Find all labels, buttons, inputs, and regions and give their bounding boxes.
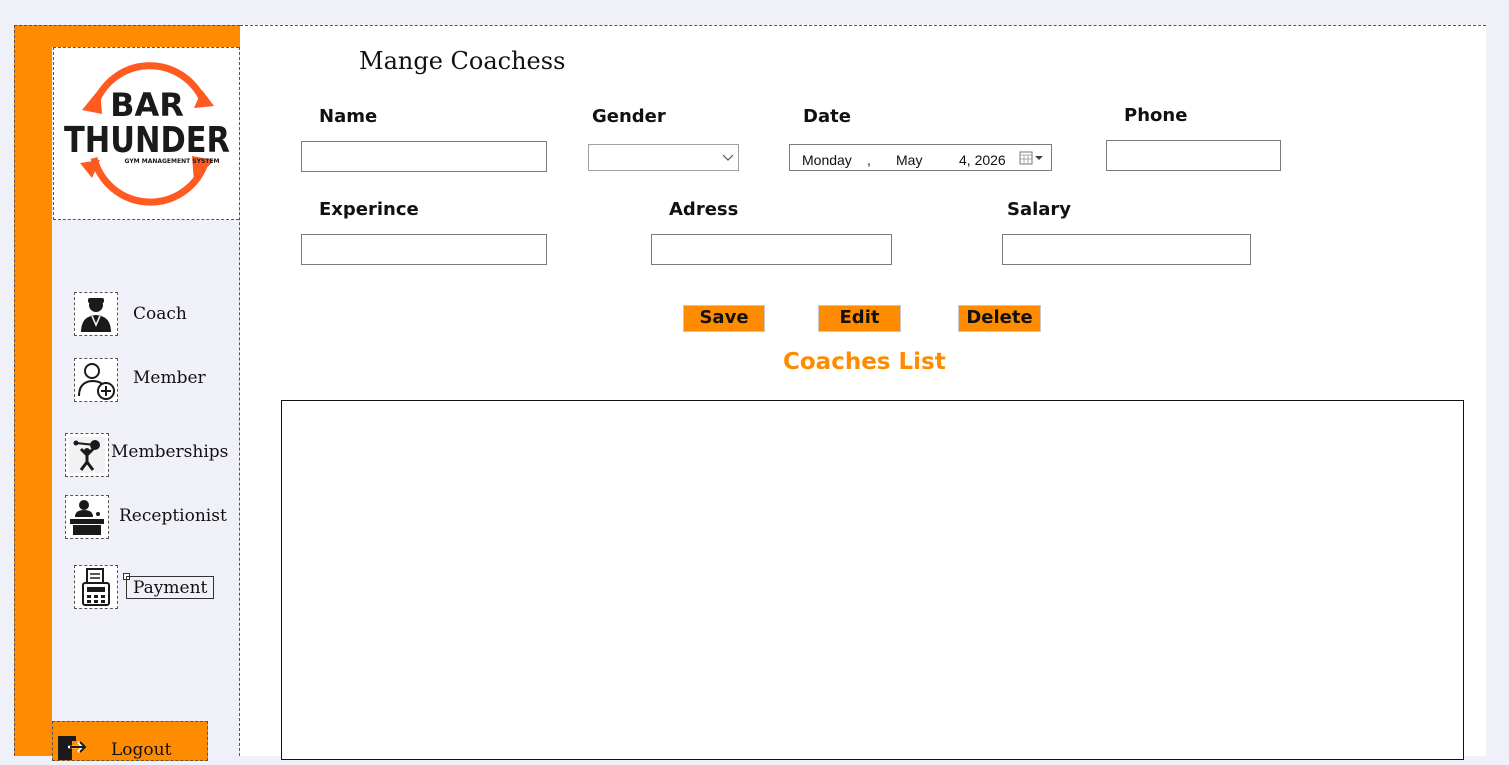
page-title: Mange Coachess — [359, 47, 566, 75]
logo-line2: THUNDER — [64, 120, 230, 161]
sidebar-item-receptionist[interactable]: Receptionist — [119, 506, 227, 526]
logo-tagline: GYM MANAGEMENT SYSTEM — [125, 158, 220, 165]
gender-label: Gender — [592, 106, 666, 127]
coaches-list-title: Coaches List — [783, 349, 946, 375]
salary-label: Salary — [1007, 199, 1072, 220]
sidebar-item-coach[interactable]: Coach — [133, 304, 187, 324]
logo: BAR THUNDER GYM MANAGEMENT SYSTEM — [53, 47, 239, 220]
logout-label: Logout — [111, 740, 172, 760]
name-input[interactable] — [301, 141, 547, 172]
gender-select[interactable] — [588, 144, 739, 171]
sidebar-item-member[interactable]: Member — [133, 368, 206, 388]
address-input[interactable] — [651, 234, 892, 265]
experience-label: Experince — [319, 199, 419, 220]
add-member-icon[interactable] — [74, 358, 118, 402]
phone-label: Phone — [1124, 105, 1188, 126]
sidebar-item-memberships[interactable]: Memberships — [111, 442, 228, 462]
name-label: Name — [319, 106, 378, 127]
coaches-table[interactable] — [281, 400, 1464, 760]
coach-icon[interactable] — [74, 292, 118, 336]
date-separator: , — [867, 152, 871, 168]
date-month[interactable]: May — [896, 152, 922, 168]
chevron-down-icon — [722, 154, 734, 161]
receptionist-icon[interactable] — [65, 495, 109, 539]
calendar-icon[interactable] — [1019, 151, 1047, 165]
sidebar-item-payment[interactable]: Payment — [126, 576, 215, 599]
date-label: Date — [803, 106, 851, 127]
bar-thunder-logo: BAR THUNDER GYM MANAGEMENT SYSTEM — [64, 62, 230, 206]
phone-input[interactable] — [1106, 140, 1281, 171]
address-label: Adress — [669, 199, 739, 220]
edit-button[interactable]: Edit — [816, 303, 903, 334]
date-picker[interactable]: Monday , May 4, 2026 — [789, 144, 1052, 171]
date-weekday[interactable]: Monday — [802, 152, 852, 168]
save-button[interactable]: Save — [681, 303, 767, 334]
date-day-year[interactable]: 4, 2026 — [959, 152, 1006, 168]
experience-input[interactable] — [301, 234, 547, 265]
delete-button[interactable]: Delete — [956, 303, 1043, 334]
logout-button[interactable]: Logout — [52, 721, 208, 761]
sidebar-accent-bar — [14, 25, 52, 756]
cash-register-icon[interactable] — [74, 565, 118, 609]
logo-line1: BAR — [110, 86, 184, 124]
salary-input[interactable] — [1002, 234, 1251, 265]
logout-icon — [56, 734, 90, 760]
weightlifter-icon[interactable] — [65, 433, 109, 477]
